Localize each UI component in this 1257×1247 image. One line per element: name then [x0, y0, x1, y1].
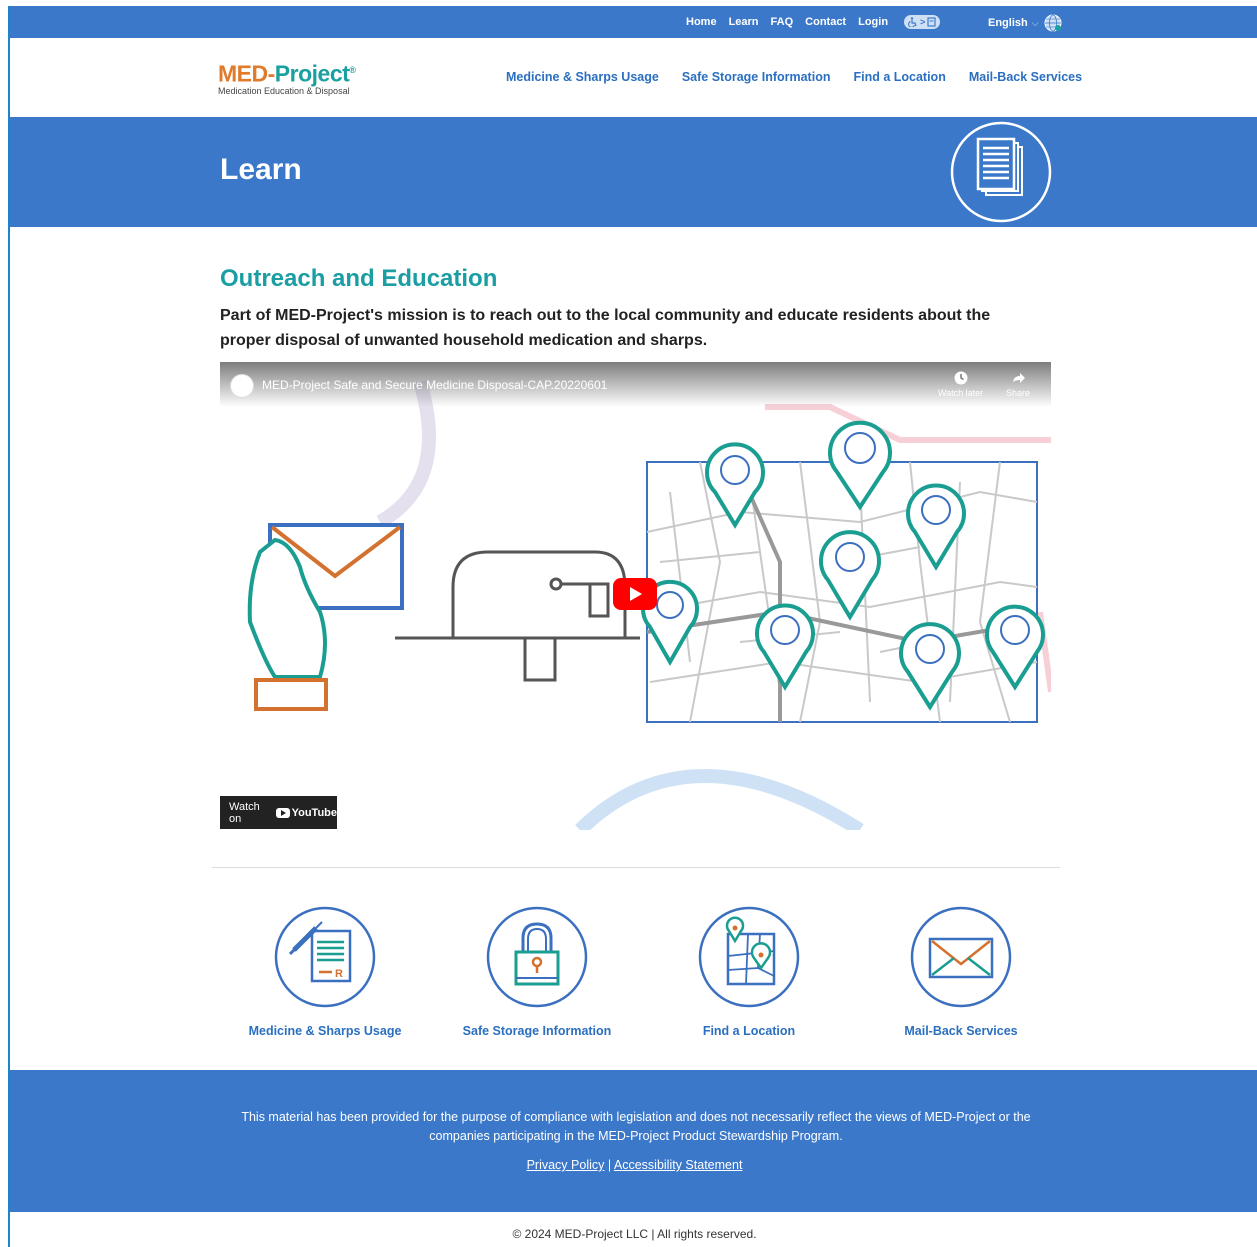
svg-text:R: R [335, 968, 343, 980]
section-lead: Part of MED-Project's mission is to reac… [220, 307, 991, 349]
envelope-icon [910, 906, 1012, 1008]
clock-icon [954, 371, 968, 385]
page-title: Learn [220, 153, 302, 186]
logo-project: Project [274, 60, 350, 87]
login-link[interactable]: Login [858, 16, 888, 28]
copyright-text: © 2024 MED-Project LLC | All rights rese… [512, 1227, 757, 1241]
faq-link[interactable]: FAQ [771, 16, 794, 28]
nav-medicine-sharps-usage[interactable]: Medicine & Sharps Usage [506, 70, 659, 84]
card-mail-back-services[interactable]: Mail-Back Services [861, 906, 1061, 1038]
site-footer: This material has been provided for the … [10, 1070, 1257, 1212]
nav-mail-back-services[interactable]: Mail-Back Services [969, 70, 1082, 84]
language-selector[interactable]: English ⌵ [988, 13, 1063, 33]
share-label: Share [1006, 388, 1031, 398]
hero-banner: Learn [10, 117, 1257, 227]
prescription-icon: R [274, 906, 376, 1008]
utility-bar: Home Learn FAQ Contact Login > English ⌵ [10, 6, 1257, 38]
card-label: Find a Location [702, 1024, 796, 1038]
channel-avatar[interactable] [230, 374, 254, 398]
site-header: MED-Project® Medication Education & Disp… [10, 38, 1257, 117]
padlock-icon [486, 906, 588, 1008]
accessibility-toggle[interactable]: > [904, 15, 941, 29]
video-title[interactable]: MED-Project Safe and Secure Medicine Dis… [262, 378, 607, 392]
privacy-policy-link[interactable]: Privacy Policy [527, 1158, 605, 1172]
map-pin-icon [698, 906, 800, 1008]
play-button[interactable] [613, 578, 657, 610]
card-find-a-location[interactable]: Find a Location [649, 906, 849, 1038]
youtube-wordmark: YouTube [291, 806, 337, 819]
home-link[interactable]: Home [686, 16, 717, 28]
watch-on-youtube-button[interactable]: Watch on YouTube [220, 796, 337, 829]
main-content: Outreach and Education Part of MED-Proje… [220, 265, 1050, 353]
document-icon [927, 17, 936, 27]
section-divider [212, 867, 1060, 868]
youtube-play-icon [275, 807, 290, 818]
watch-later-button[interactable]: Watch later [938, 370, 983, 398]
card-label: Medicine & Sharps Usage [248, 1024, 402, 1038]
card-safe-storage-information[interactable]: Safe Storage Information [437, 906, 637, 1038]
med-project-logo[interactable]: MED-Project® Medication Education & Disp… [218, 58, 356, 96]
logo-dash: - [267, 60, 276, 87]
language-label: English [988, 17, 1028, 29]
logo-med: MED [218, 60, 268, 87]
page-frame: Home Learn FAQ Contact Login > English ⌵ [8, 6, 1257, 1247]
youtube-logo: YouTube [275, 806, 337, 819]
share-arrow-icon [1013, 373, 1026, 383]
card-label: Safe Storage Information [462, 1024, 612, 1038]
card-medicine-sharps-usage[interactable]: R Medicine & Sharps Usage [225, 906, 425, 1038]
contact-link[interactable]: Contact [805, 16, 846, 28]
arrow-right-icon: > [920, 17, 926, 27]
learn-link[interactable]: Learn [729, 16, 759, 28]
footer-disclaimer: This material has been provided for the … [241, 1110, 1031, 1143]
logo-tagline: Medication Education & Disposal [218, 85, 350, 96]
video-player[interactable]: MED-Project Safe and Secure Medicine Dis… [220, 362, 1051, 830]
section-heading: Outreach and Education [220, 265, 498, 292]
watch-later-label: Watch later [938, 388, 984, 398]
card-label: Mail-Back Services [904, 1024, 1018, 1038]
footer-links: Privacy Policy | Accessibility Statement [10, 1158, 1257, 1172]
watch-on-label: Watch on [229, 800, 260, 825]
nav-safe-storage-information[interactable]: Safe Storage Information [682, 70, 831, 84]
wheelchair-icon [908, 17, 917, 27]
chevron-down-icon: ⌵ [1031, 17, 1039, 28]
utility-links: Home Learn FAQ Contact Login > [686, 15, 941, 29]
nav-find-a-location[interactable]: Find a Location [853, 70, 945, 84]
globe-icon [1044, 14, 1062, 32]
accessibility-statement-link[interactable]: Accessibility Statement [614, 1158, 743, 1172]
main-navigation: Medicine & Sharps Usage Safe Storage Inf… [506, 70, 1082, 84]
share-button[interactable]: Share [1006, 370, 1030, 398]
footer-separator: | [604, 1158, 614, 1172]
documents-icon [950, 121, 1052, 223]
logo-registered: ® [349, 65, 356, 75]
